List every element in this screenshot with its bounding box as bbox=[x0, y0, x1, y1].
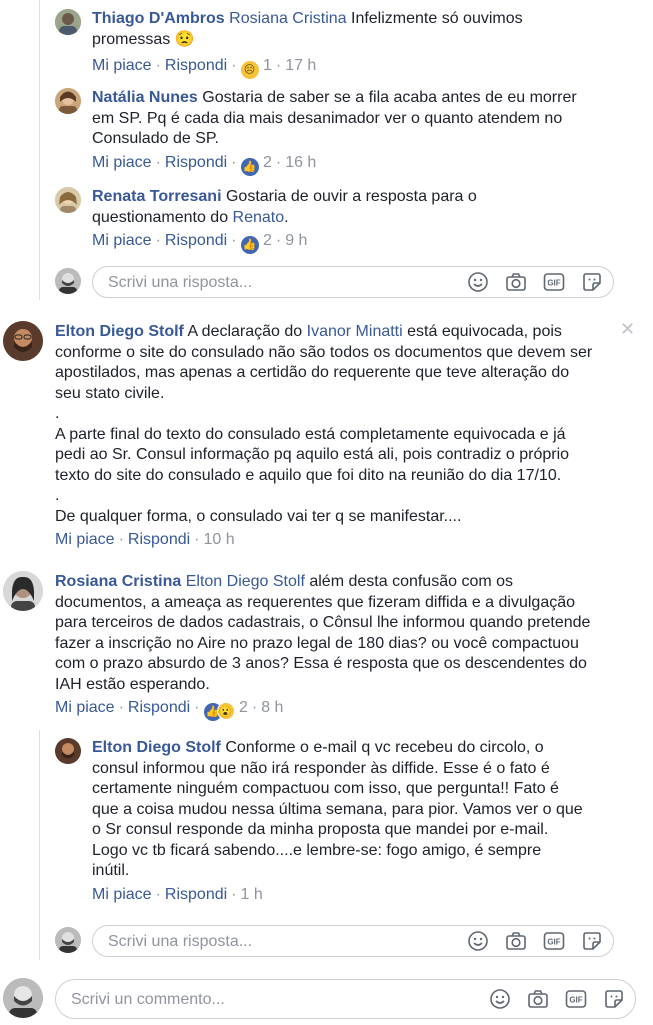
like-link[interactable]: Mi piace bbox=[92, 232, 152, 249]
mention-link[interactable]: Rosiana Cristina bbox=[229, 10, 346, 27]
sad-reaction-icon[interactable]: ☹ bbox=[240, 61, 259, 79]
comment: Elton Diego Stolf Conforme o e-mail q vc… bbox=[92, 739, 583, 903]
avatar[interactable] bbox=[3, 571, 43, 611]
camera-icon[interactable] bbox=[505, 930, 527, 952]
gif-icon[interactable]: GIF bbox=[565, 988, 587, 1010]
reply-link[interactable]: Rispondi bbox=[165, 154, 227, 171]
worried-emoji-icon: 😟 bbox=[174, 30, 195, 48]
mention-link[interactable]: Renato bbox=[233, 209, 285, 226]
reply-link[interactable]: Rispondi bbox=[128, 531, 190, 548]
reply-placeholder: Scrivi una risposta... bbox=[108, 933, 253, 950]
comment-author[interactable]: Elton Diego Stolf bbox=[92, 739, 221, 756]
reaction-count[interactable]: 2 bbox=[263, 232, 272, 249]
reply-link[interactable]: Rispondi bbox=[165, 232, 227, 249]
mention-link[interactable]: Elton Diego Stolf bbox=[186, 573, 305, 590]
comment: Renata Torresani Gostaria de ouvir a res… bbox=[92, 187, 632, 254]
camera-icon[interactable] bbox=[527, 988, 549, 1010]
gif-icon[interactable]: GIF bbox=[543, 930, 565, 952]
reaction-count[interactable]: 1 bbox=[263, 57, 272, 74]
like-link[interactable]: Mi piace bbox=[55, 531, 115, 548]
current-user-avatar bbox=[55, 268, 81, 294]
like-reaction-icon[interactable]: 👍 bbox=[240, 157, 259, 176]
reply-input[interactable]: Scrivi una risposta... GIF bbox=[92, 266, 614, 298]
timestamp[interactable]: 8 h bbox=[261, 699, 283, 716]
current-user-avatar bbox=[55, 927, 81, 953]
comment: Natália Nunes Gostaria de saber se a fil… bbox=[92, 88, 632, 176]
gif-icon[interactable]: GIF bbox=[543, 271, 565, 293]
avatar[interactable] bbox=[55, 187, 81, 213]
emoji-icon[interactable] bbox=[467, 930, 489, 952]
like-link[interactable]: Mi piace bbox=[92, 886, 152, 903]
timestamp[interactable]: 16 h bbox=[285, 154, 316, 171]
svg-text:GIF: GIF bbox=[547, 279, 560, 288]
comment-text: Gostaria de ouvir a resposta para o bbox=[221, 188, 477, 205]
comment-text: promessas bbox=[92, 30, 171, 48]
comment-text: Consulado de SP. bbox=[92, 130, 219, 147]
reply-input[interactable]: Scrivi una risposta... GIF bbox=[92, 925, 614, 957]
emoji-icon[interactable] bbox=[467, 271, 489, 293]
timestamp[interactable]: 1 h bbox=[241, 886, 263, 903]
svg-text:GIF: GIF bbox=[547, 938, 560, 947]
comment-text: Infelizmente só ouvimos bbox=[346, 10, 523, 27]
thread-line bbox=[39, 0, 40, 300]
reaction-count[interactable]: 2 bbox=[263, 154, 272, 171]
timestamp[interactable]: 17 h bbox=[285, 57, 316, 74]
comment-author[interactable]: Natália Nunes bbox=[92, 89, 198, 106]
thread-line bbox=[39, 730, 40, 960]
like-link[interactable]: Mi piace bbox=[55, 699, 115, 716]
comment-author[interactable]: Renata Torresani bbox=[92, 188, 222, 205]
comment: Thiago D'Ambros Rosiana Cristina Infeliz… bbox=[92, 9, 632, 79]
comment-text: Gostaria de saber se a fila acaba antes … bbox=[197, 89, 577, 106]
svg-text:GIF: GIF bbox=[569, 996, 582, 1005]
avatar[interactable] bbox=[55, 88, 81, 114]
reply-link[interactable]: Rispondi bbox=[165, 886, 227, 903]
sticker-icon[interactable] bbox=[581, 271, 603, 293]
current-user-avatar bbox=[3, 978, 43, 1018]
comment: Elton Diego Stolf A declaração do Ivanor… bbox=[55, 323, 593, 548]
comment-input[interactable]: Scrivi un commento... GIF bbox=[55, 979, 636, 1019]
avatar[interactable] bbox=[3, 321, 43, 361]
sticker-icon[interactable] bbox=[581, 930, 603, 952]
comment: Rosiana Cristina Elton Diego Stolf além … bbox=[55, 572, 625, 721]
mention-link[interactable]: Ivanor Minatti bbox=[307, 323, 403, 340]
like-link[interactable]: Mi piace bbox=[92, 154, 152, 171]
comment-author[interactable]: Thiago D'Ambros bbox=[92, 10, 225, 27]
comment-author[interactable]: Rosiana Cristina bbox=[55, 573, 181, 590]
reply-link[interactable]: Rispondi bbox=[128, 699, 190, 716]
comment-text: em SP. Pq é cada dia mais desanimador ve… bbox=[92, 109, 563, 127]
wow-reaction-icon[interactable]: 😮 bbox=[216, 702, 235, 720]
comment-author[interactable]: Elton Diego Stolf bbox=[55, 323, 184, 340]
comment-text: questionamento do bbox=[92, 208, 233, 226]
like-reaction-icon[interactable]: 👍 bbox=[240, 236, 259, 254]
avatar[interactable] bbox=[55, 9, 81, 35]
timestamp[interactable]: 10 h bbox=[204, 531, 235, 548]
avatar[interactable] bbox=[55, 738, 81, 764]
emoji-icon[interactable] bbox=[489, 988, 511, 1010]
timestamp[interactable]: 9 h bbox=[285, 232, 307, 249]
reply-link[interactable]: Rispondi bbox=[165, 57, 227, 74]
reply-placeholder: Scrivi una risposta... bbox=[108, 274, 253, 291]
comment-placeholder: Scrivi un commento... bbox=[71, 991, 225, 1008]
sticker-icon[interactable] bbox=[603, 988, 625, 1010]
camera-icon[interactable] bbox=[505, 271, 527, 293]
reaction-count[interactable]: 2 bbox=[239, 699, 248, 716]
like-link[interactable]: Mi piace bbox=[92, 57, 152, 74]
